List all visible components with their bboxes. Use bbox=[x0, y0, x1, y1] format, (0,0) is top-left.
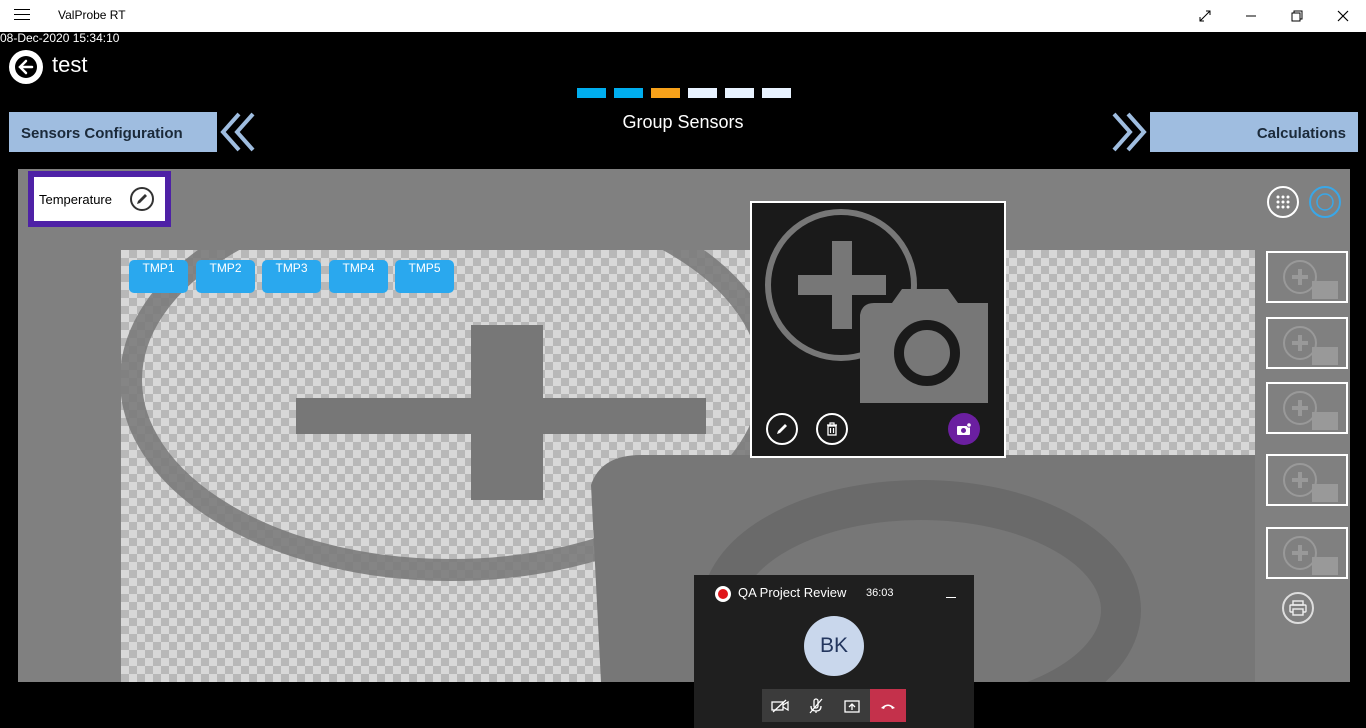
double-chevron-right-icon bbox=[1110, 112, 1150, 152]
add-photo-icon bbox=[1283, 260, 1338, 299]
add-photo-icon bbox=[1283, 326, 1338, 365]
step-2[interactable] bbox=[614, 88, 643, 98]
video-toggle-button[interactable] bbox=[762, 689, 798, 722]
sensor-layout-canvas[interactable]: TMP1 TMP2 TMP3 TMP4 TMP5 bbox=[121, 250, 1255, 682]
hang-up-icon bbox=[881, 704, 895, 709]
add-photo-icon bbox=[1283, 536, 1338, 575]
mic-off-icon bbox=[809, 697, 823, 713]
step-4[interactable] bbox=[688, 88, 717, 98]
step-1[interactable] bbox=[577, 88, 606, 98]
back-arrow-icon bbox=[15, 56, 37, 78]
print-button[interactable] bbox=[1282, 592, 1314, 624]
step-6[interactable] bbox=[762, 88, 791, 98]
call-overlay[interactable]: QA Project Review 36:03 BK bbox=[694, 575, 974, 728]
side-thumbnail[interactable] bbox=[1266, 317, 1348, 369]
close-button[interactable] bbox=[1320, 0, 1366, 32]
delete-image-button[interactable] bbox=[816, 413, 848, 445]
share-screen-icon bbox=[844, 699, 860, 713]
printer-icon bbox=[1289, 600, 1307, 616]
camera-settings-icon bbox=[957, 422, 972, 435]
step-indicator bbox=[577, 88, 791, 98]
minimize-call-button[interactable] bbox=[946, 584, 956, 598]
grid-view-button[interactable] bbox=[1267, 186, 1299, 218]
title-bar: ValProbe RT bbox=[0, 0, 1366, 32]
pencil-icon bbox=[137, 194, 147, 204]
sensor-chip[interactable]: TMP4 bbox=[329, 260, 388, 293]
restore-icon bbox=[1291, 10, 1303, 22]
sensor-chip[interactable]: TMP5 bbox=[395, 260, 454, 293]
group-name: Temperature bbox=[39, 191, 112, 207]
pencil-icon bbox=[777, 424, 787, 434]
add-photo-icon bbox=[765, 209, 988, 403]
side-thumbnail[interactable] bbox=[1266, 527, 1348, 579]
call-name: QA Project Review bbox=[738, 585, 847, 600]
sensor-chip[interactable]: TMP3 bbox=[262, 260, 321, 293]
restore-button[interactable] bbox=[1274, 0, 1320, 32]
add-photo-icon bbox=[121, 250, 1255, 682]
step-3[interactable] bbox=[651, 88, 680, 98]
video-off-icon bbox=[771, 699, 789, 712]
grid-icon bbox=[1276, 195, 1290, 209]
fullscreen-icon bbox=[1199, 10, 1211, 22]
app-title: ValProbe RT bbox=[58, 8, 126, 22]
image-popup bbox=[750, 201, 1006, 458]
next-step-button[interactable]: Calculations bbox=[1110, 112, 1358, 152]
page-title: test bbox=[52, 52, 88, 77]
share-screen-button[interactable] bbox=[834, 689, 870, 722]
add-photo-icon bbox=[1283, 391, 1338, 430]
fullscreen-button[interactable] bbox=[1182, 0, 1228, 32]
side-thumbnail[interactable] bbox=[1266, 251, 1348, 303]
mute-button[interactable] bbox=[798, 689, 834, 722]
call-controls bbox=[762, 689, 906, 722]
side-thumbnail[interactable] bbox=[1266, 454, 1348, 506]
close-icon bbox=[1337, 10, 1349, 22]
trash-icon bbox=[827, 422, 837, 436]
sensor-chip[interactable]: TMP2 bbox=[196, 260, 255, 293]
back-button[interactable] bbox=[9, 50, 43, 84]
minimize-icon bbox=[1246, 15, 1256, 17]
timestamp: 08-Dec-2020 15:34:10 bbox=[0, 31, 120, 45]
group-sensors-panel: Temperature TMP1 TMP2 TMP3 TMP4 TMP5 bbox=[18, 169, 1350, 682]
step-5[interactable] bbox=[725, 88, 754, 98]
camera-settings-button[interactable] bbox=[948, 413, 980, 445]
sensor-chip[interactable]: TMP1 bbox=[129, 260, 188, 293]
hang-up-button[interactable] bbox=[870, 689, 906, 722]
add-photo-icon bbox=[1283, 463, 1338, 502]
avatar: BK bbox=[804, 616, 864, 676]
wizard-nav: Sensors Configuration Group Sensors Calc… bbox=[0, 108, 1366, 156]
call-duration: 36:03 bbox=[866, 587, 894, 599]
side-thumbnail[interactable] bbox=[1266, 382, 1348, 434]
edit-image-button[interactable] bbox=[766, 413, 798, 445]
sync-icon bbox=[1316, 193, 1334, 211]
group-name-box[interactable]: Temperature bbox=[28, 171, 171, 227]
sync-button[interactable] bbox=[1309, 186, 1341, 218]
minimize-button[interactable] bbox=[1228, 0, 1274, 32]
app-window: ValProbe RT 08-Dec-2020 15:34:10 test Se… bbox=[0, 0, 1366, 728]
edit-group-button[interactable] bbox=[130, 187, 154, 211]
hamburger-icon[interactable] bbox=[14, 9, 30, 23]
next-step-label: Calculations bbox=[1256, 125, 1346, 142]
recording-icon bbox=[715, 586, 731, 602]
